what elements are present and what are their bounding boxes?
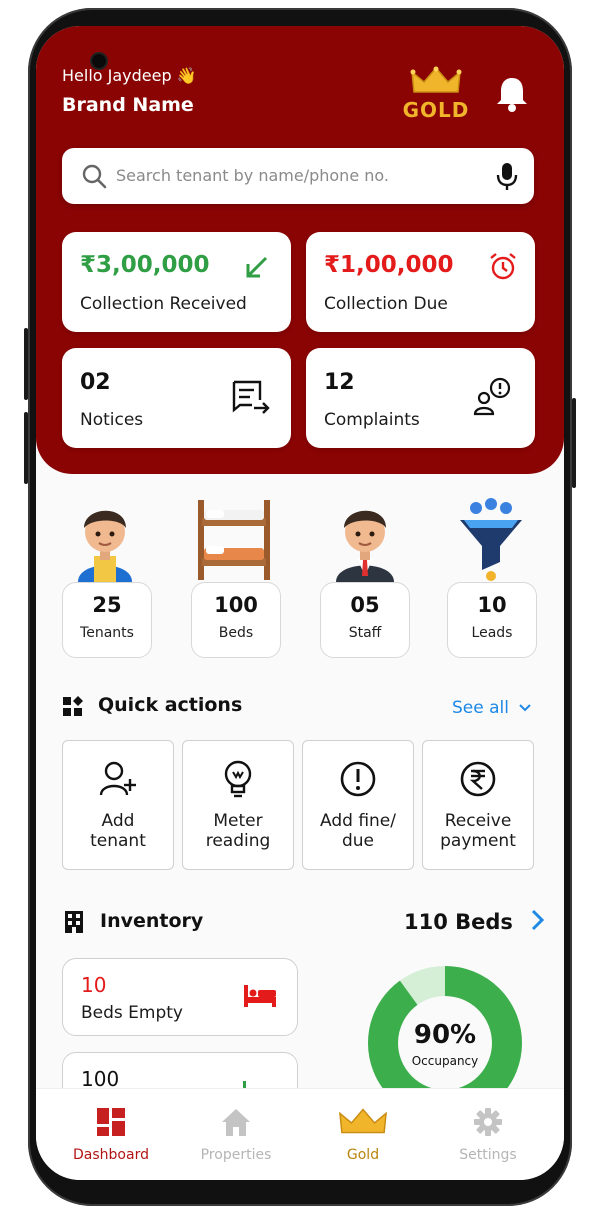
widgets-icon <box>63 696 83 716</box>
volume-button <box>24 412 28 484</box>
tab-gold-label: Gold <box>346 1147 380 1163</box>
app-screen: Hello Jaydeep 👋 Brand Name GOLD Search t… <box>36 26 564 1180</box>
bulb-icon <box>224 760 252 798</box>
complaints-count: 12 <box>324 370 355 395</box>
search-bar[interactable]: Search tenant by name/phone no. <box>62 148 534 204</box>
home-icon <box>222 1109 250 1136</box>
tab-properties-label: Properties <box>200 1147 272 1163</box>
see-all-link[interactable]: See all <box>452 698 532 718</box>
receive-payment-label: Receive payment <box>423 811 533 851</box>
leads-funnel-icon <box>460 498 522 581</box>
beds-empty-card[interactable]: 10 Beds Empty <box>62 958 298 1036</box>
complaints-card[interactable]: 12 Complaints <box>306 348 535 448</box>
tenants-label: Tenants <box>80 625 134 641</box>
occupancy-label: Occupancy <box>411 1054 479 1068</box>
notices-card[interactable]: 02 Notices <box>62 348 291 448</box>
crown-icon <box>339 1108 387 1134</box>
arrow-down-left-icon <box>246 256 268 278</box>
collection-due-label: Collection Due <box>324 294 448 314</box>
beds-stat[interactable]: 100 Beds <box>191 582 281 658</box>
rupee-icon <box>460 761 496 797</box>
gear-icon <box>474 1108 502 1136</box>
crown-icon <box>410 66 462 93</box>
alarm-clock-icon <box>490 253 516 280</box>
search-input[interactable]: Search tenant by name/phone no. <box>116 166 389 185</box>
notices-label: Notices <box>80 410 144 430</box>
meter-reading-label: Meter reading <box>183 811 293 851</box>
inventory-total-link[interactable]: 110 Beds <box>404 908 546 934</box>
leads-count: 10 <box>477 593 507 617</box>
gold-badge-text: GOLD <box>402 98 470 122</box>
see-all-label: See all <box>452 698 509 718</box>
staff-avatar-icon <box>336 510 394 582</box>
quick-actions-title: Quick actions <box>98 694 243 716</box>
meter-reading-label-line2: reading <box>205 831 271 851</box>
inventory-total: 110 Beds <box>404 910 513 934</box>
tab-settings[interactable]: Settings <box>433 1107 543 1163</box>
beds-empty-label: Beds Empty <box>81 1003 183 1023</box>
collection-received-card[interactable]: ₹3,00,000 Collection Received <box>62 232 291 332</box>
tenants-count: 25 <box>92 593 122 617</box>
collection-received-value: ₹3,00,000 <box>80 252 210 278</box>
beds-empty-count: 10 <box>81 973 107 997</box>
meter-reading-button[interactable]: Meter reading <box>182 740 294 870</box>
add-user-icon <box>99 761 136 796</box>
add-fine-due-label-line2: due <box>341 831 375 851</box>
front-camera <box>92 54 106 68</box>
beds-count: 100 <box>214 593 258 617</box>
add-fine-due-button[interactable]: Add fine/ due <box>302 740 414 870</box>
beds-label: Beds <box>218 625 254 641</box>
inventory-title: Inventory <box>100 910 204 932</box>
meter-reading-label-line1: Meter <box>213 811 263 831</box>
gold-plan-badge[interactable]: GOLD <box>398 66 474 122</box>
add-tenant-label: Add tenant <box>63 811 173 851</box>
bell-icon[interactable] <box>492 74 532 114</box>
tenant-avatar-icon <box>78 510 132 582</box>
staff-label: Staff <box>348 625 382 641</box>
complaints-label: Complaints <box>324 410 420 430</box>
bottom-tab-bar: Dashboard Properties Gold Settings <box>36 1088 564 1180</box>
chevron-right-icon <box>532 909 545 931</box>
search-icon <box>82 164 107 189</box>
chevron-down-icon <box>519 704 532 712</box>
complaint-icon <box>473 377 511 416</box>
occupancy-percent: 90% <box>413 1020 477 1050</box>
bed-icon <box>244 985 276 1007</box>
collection-due-value: ₹1,00,000 <box>324 252 454 278</box>
receive-payment-button[interactable]: Receive payment <box>422 740 534 870</box>
building-icon <box>65 911 83 933</box>
notice-icon <box>232 380 270 414</box>
tab-settings-label: Settings <box>459 1147 517 1163</box>
tenants-stat[interactable]: 25 Tenants <box>62 582 152 658</box>
tab-gold[interactable]: Gold <box>308 1107 418 1163</box>
alert-circle-icon <box>340 761 376 797</box>
add-tenant-label-line2: tenant <box>90 831 146 851</box>
dashboard-icon <box>97 1108 125 1136</box>
add-fine-due-label-line1: Add fine/ <box>320 811 396 831</box>
notices-count: 02 <box>80 370 111 395</box>
add-tenant-label-line1: Add <box>101 811 135 831</box>
microphone-icon[interactable] <box>494 161 520 191</box>
volume-button <box>24 328 28 400</box>
add-fine-due-label: Add fine/ due <box>303 811 413 851</box>
staff-stat[interactable]: 05 Staff <box>320 582 410 658</box>
collection-due-card[interactable]: ₹1,00,000 Collection Due <box>306 232 535 332</box>
brand-name: Brand Name <box>62 94 194 116</box>
collection-received-label: Collection Received <box>80 294 247 314</box>
add-tenant-button[interactable]: Add tenant <box>62 740 174 870</box>
tab-dashboard[interactable]: Dashboard <box>56 1107 166 1163</box>
tab-dashboard-label: Dashboard <box>73 1147 149 1163</box>
leads-label: Leads <box>471 625 513 641</box>
dashboard-header: Hello Jaydeep 👋 Brand Name GOLD Search t… <box>36 26 564 474</box>
receive-payment-label-line2: payment <box>440 831 516 851</box>
bunk-bed-icon <box>198 500 270 580</box>
greeting-text: Hello Jaydeep 👋 <box>62 66 197 85</box>
power-button <box>572 398 576 488</box>
staff-count: 05 <box>350 593 380 617</box>
tab-properties[interactable]: Properties <box>181 1107 291 1163</box>
receive-payment-label-line1: Receive <box>444 811 512 831</box>
leads-stat[interactable]: 10 Leads <box>447 582 537 658</box>
